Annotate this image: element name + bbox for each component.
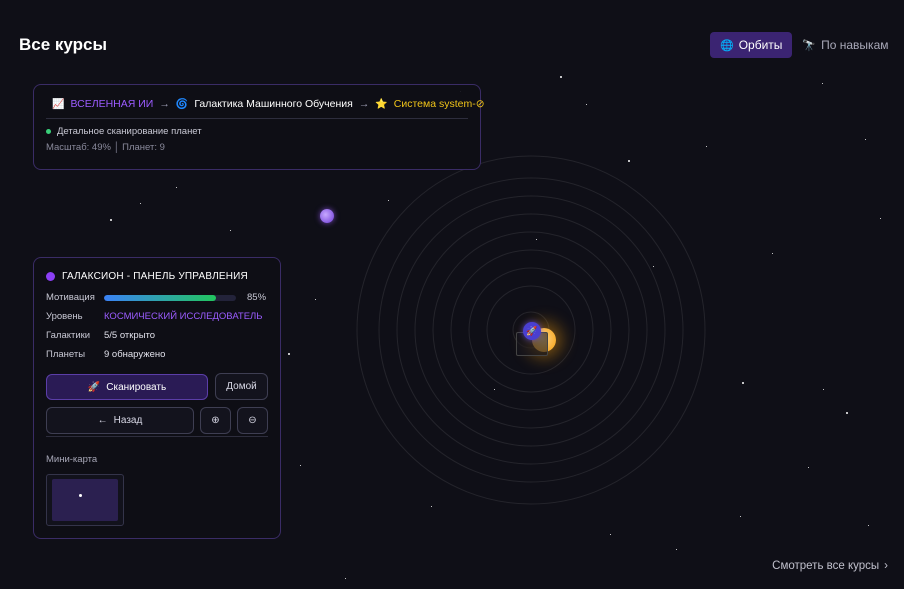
globe-icon: 🌐 xyxy=(720,39,734,52)
motivation-row: Мотивация 85% xyxy=(34,288,280,307)
minimap-label: Мини-карта xyxy=(46,454,98,465)
level-label: Уровень xyxy=(46,311,83,322)
zoom-out-icon: ⊖ xyxy=(248,415,257,426)
view-all-label: Смотреть все курсы xyxy=(772,560,880,572)
divider xyxy=(46,436,268,437)
galaxy-icon: 🌀 xyxy=(175,98,189,110)
breadcrumb-galaxy[interactable]: Галактика Машинного Обучения xyxy=(194,98,353,110)
planets-value: 9 обнаружено xyxy=(104,349,166,360)
zoom-in-icon: ⊕ xyxy=(211,415,220,426)
breadcrumb-system[interactable]: Система system-⊘ xyxy=(394,98,485,110)
breadcrumb-universe[interactable]: ВСЕЛЕННАЯ ИИ xyxy=(70,98,153,110)
panel-dot xyxy=(46,272,55,281)
scan-button-label: Сканировать xyxy=(106,381,167,393)
galaxies-row: Галактики 5/5 открыто xyxy=(34,326,280,345)
home-button[interactable]: Домой xyxy=(215,373,268,400)
tab-skills-label: По навыкам xyxy=(821,38,889,52)
chevron-right-icon: › xyxy=(884,560,888,572)
page-title: Все курсы xyxy=(19,35,108,54)
level-row: Уровень КОСМИЧЕСКИЙ ИССЛЕДОВАТЕЛЬ xyxy=(34,307,280,326)
scan-button[interactable]: 🚀 Сканировать xyxy=(46,374,208,400)
planets-row: Планеты 9 обнаружено xyxy=(34,345,280,364)
zoom-in-button[interactable]: ⊕ xyxy=(200,407,231,434)
motivation-percent: 85% xyxy=(247,292,267,303)
control-panel-title: ГАЛАКСИОН - ПАНЕЛЬ УПРАВЛЕНИЯ xyxy=(62,271,248,282)
back-button-label: Назад xyxy=(113,415,143,426)
motivation-bar xyxy=(104,294,236,301)
tab-orbits-label: Орбиты xyxy=(738,38,783,52)
distant-planet[interactable] xyxy=(320,209,334,223)
motivation-fill xyxy=(104,294,217,301)
minimap-position xyxy=(79,494,82,497)
status-dot xyxy=(46,129,51,134)
breadcrumb-panel: 📈 ВСЕЛЕННАЯ ИИ → 🌀 Галактика Машинного О… xyxy=(33,84,485,170)
motivation-label: Мотивация xyxy=(46,292,95,303)
tab-skills[interactable]: 🔭 По навыкам xyxy=(792,32,898,58)
arrow-left-icon: ← xyxy=(97,415,108,426)
arrow-right-icon: → xyxy=(159,98,170,110)
control-panel-header: ГАЛАКСИОН - ПАНЕЛЬ УПРАВЛЕНИЯ xyxy=(34,258,280,282)
star-icon: ⭐ xyxy=(375,98,388,110)
minimap[interactable] xyxy=(46,474,124,526)
tab-orbits[interactable]: 🌐 Орбиты xyxy=(710,32,793,58)
minimap-viewport xyxy=(52,479,118,521)
scan-status: Детальное сканирование планет xyxy=(34,119,480,137)
binoculars-icon: 🔭 xyxy=(802,39,817,52)
galaxies-label: Галактики xyxy=(46,330,91,341)
planets-label: Планеты xyxy=(46,349,86,360)
chart-icon: 📈 xyxy=(52,98,65,110)
control-panel: ГАЛАКСИОН - ПАНЕЛЬ УПРАВЛЕНИЯ Мотивация … xyxy=(33,257,281,539)
home-button-label: Домой xyxy=(226,381,257,392)
breadcrumb: 📈 ВСЕЛЕННАЯ ИИ → 🌀 Галактика Машинного О… xyxy=(34,85,485,110)
scale-meta: Масштаб: 49% │ Планет: 9 xyxy=(46,142,165,153)
rocket-icon[interactable]: 🚀 xyxy=(523,322,541,340)
back-button[interactable]: ← Назад xyxy=(46,407,194,434)
arrow-right-icon: → xyxy=(358,98,370,110)
level-value: КОСМИЧЕСКИЙ ИССЛЕДОВАТЕЛЬ xyxy=(104,311,263,322)
zoom-out-button[interactable]: ⊖ xyxy=(237,407,268,434)
view-all-courses-link[interactable]: Смотреть все курсы › xyxy=(772,560,888,572)
rocket-icon: 🚀 xyxy=(87,381,101,393)
galaxies-value: 5/5 открыто xyxy=(104,330,156,341)
scan-status-text: Детальное сканирование планет xyxy=(57,126,202,137)
view-toggle: 🌐 Орбиты 🔭 По навыкам xyxy=(710,32,899,58)
